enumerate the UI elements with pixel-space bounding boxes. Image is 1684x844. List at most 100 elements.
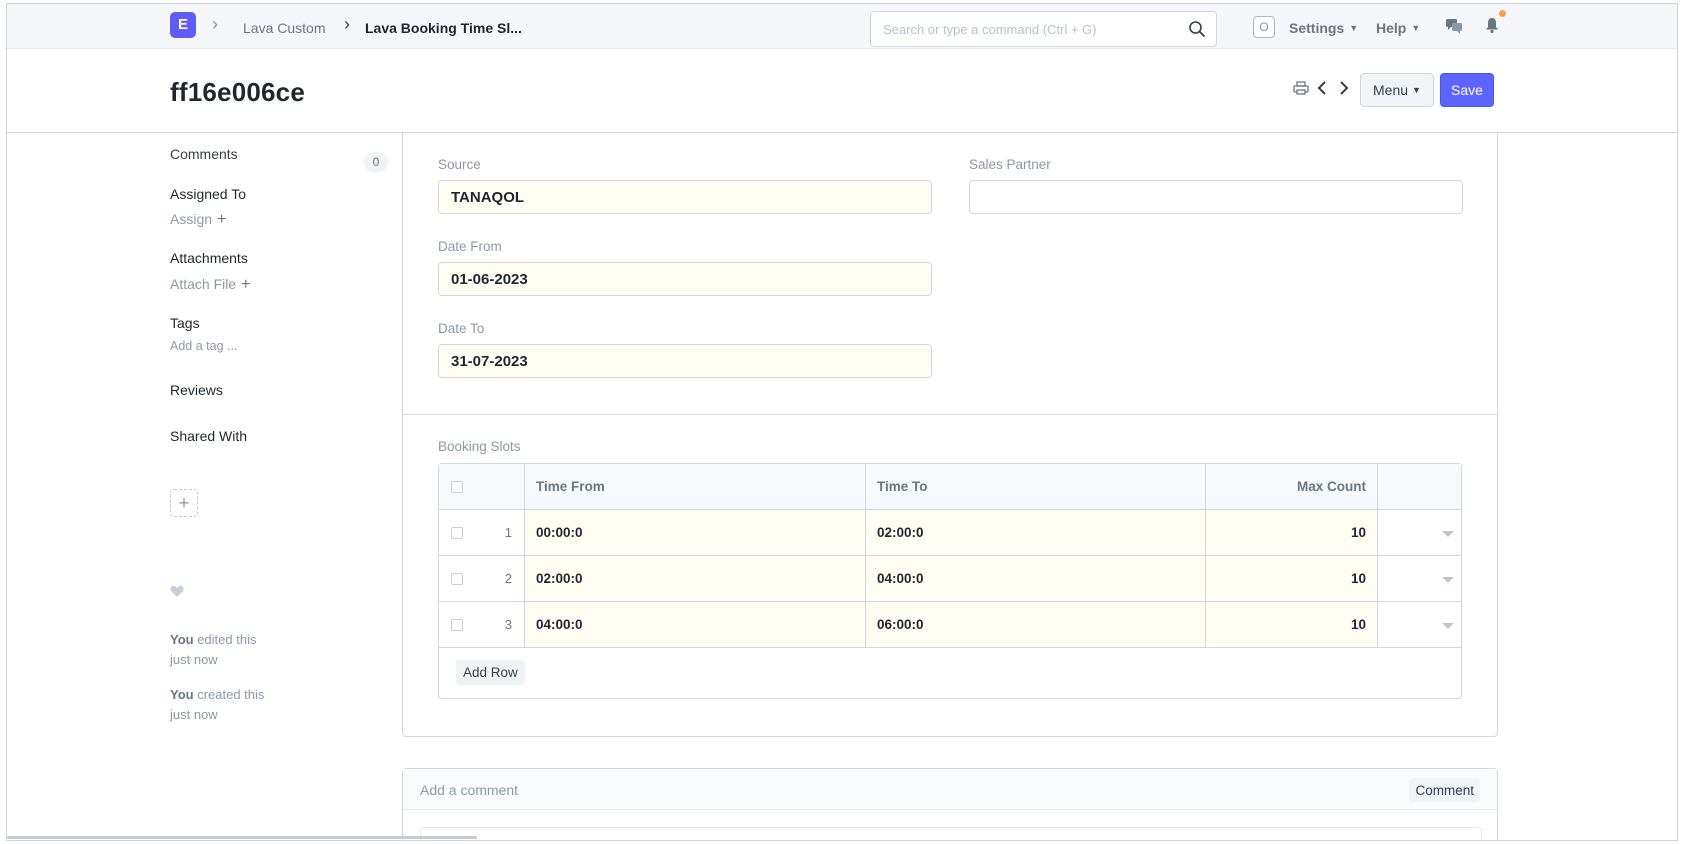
column-header-max-count[interactable]: Max Count: [1206, 464, 1378, 509]
date-from-field[interactable]: 01-06-2023: [438, 262, 932, 296]
chevron-left-icon[interactable]: [1317, 80, 1327, 96]
plus-icon: +: [178, 493, 190, 513]
search-placeholder: Search or type a command (Ctrl + G): [883, 22, 1097, 37]
time-from-cell[interactable]: 04:00:0: [525, 602, 866, 647]
table-row[interactable]: 3 04:00:0 06:00:0 10: [439, 602, 1461, 648]
row-edit-cell[interactable]: [1378, 510, 1463, 555]
row-index: 1: [504, 525, 512, 540]
chevron-right-icon[interactable]: [1339, 80, 1349, 96]
menu-label: Menu: [1373, 82, 1409, 98]
time-from-cell[interactable]: 02:00:0: [525, 556, 866, 601]
search-input[interactable]: Search or type a command (Ctrl + G): [870, 11, 1217, 47]
plus-icon: +: [217, 211, 227, 228]
help-label: Help: [1376, 20, 1407, 36]
time-to-cell[interactable]: 04:00:0: [866, 556, 1206, 601]
breadcrumb-lava-custom[interactable]: Lava Custom: [243, 20, 325, 36]
print-icon[interactable]: [1293, 81, 1309, 95]
section-divider: [403, 414, 1497, 415]
comment-box: Add a comment Comment: [402, 768, 1498, 840]
timeline-action: created this: [193, 687, 265, 702]
comments-count-badge: 0: [364, 152, 388, 172]
row-checkbox[interactable]: [451, 573, 463, 585]
comment-input[interactable]: [420, 827, 1482, 840]
attachments-label: Attachments: [170, 250, 248, 266]
settings-menu[interactable]: Settings ▼: [1289, 20, 1358, 36]
app-logo[interactable]: E: [170, 12, 196, 38]
grid-header-row: Time From Time To Max Count: [439, 464, 1461, 510]
timeline-item: You created this just now: [170, 685, 264, 725]
caret-down-icon: [1442, 577, 1454, 583]
row-edit-cell[interactable]: [1378, 556, 1463, 601]
caret-down-icon: [1442, 623, 1454, 629]
caret-down-icon: ▼: [1411, 23, 1421, 33]
shared-with-label: Shared With: [170, 428, 248, 444]
date-from-label: Date From: [438, 239, 502, 254]
page-title: ff16e006ce: [170, 77, 305, 107]
attach-file-label: Attach File: [170, 276, 237, 292]
sales-partner-label: Sales Partner: [969, 157, 1051, 172]
bell-icon[interactable]: [1485, 16, 1499, 34]
booking-slots-label: Booking Slots: [438, 439, 521, 454]
app-window: E › Lava Custom › Lava Booking Time Sl..…: [6, 3, 1678, 841]
notification-dot: [1499, 10, 1506, 17]
settings-label: Settings: [1289, 20, 1345, 36]
grid-header-action-cell: [1378, 464, 1463, 509]
row-checkbox[interactable]: [451, 527, 463, 539]
horizontal-scrollbar[interactable]: [7, 836, 477, 839]
row-check-cell: 2: [439, 556, 525, 601]
source-field[interactable]: TANAQOL: [438, 180, 932, 214]
heart-icon[interactable]: [170, 585, 184, 598]
time-from-cell[interactable]: 00:00:0: [525, 510, 866, 555]
date-to-label: Date To: [438, 321, 485, 336]
chevron-right-icon: ›: [212, 14, 218, 34]
row-edit-cell[interactable]: [1378, 602, 1463, 647]
max-count-cell[interactable]: 10: [1206, 510, 1378, 555]
page-head: ff16e006ce Menu ▼ Save: [7, 49, 1677, 133]
grid-header-check-cell: [439, 464, 525, 509]
timeline-actor: You: [170, 632, 194, 647]
assign-label: Assign: [170, 211, 213, 227]
breadcrumb-doctype[interactable]: Lava Booking Time Sl...: [365, 20, 522, 36]
row-checkbox[interactable]: [451, 619, 463, 631]
comments-link[interactable]: Comments: [170, 146, 238, 162]
timeline-item: You edited this just now: [170, 630, 256, 670]
row-check-cell: 1: [439, 510, 525, 555]
max-count-cell[interactable]: 10: [1206, 602, 1378, 647]
column-header-time-to[interactable]: Time To: [866, 464, 1206, 509]
time-to-cell[interactable]: 02:00:0: [866, 510, 1206, 555]
max-count-cell[interactable]: 10: [1206, 556, 1378, 601]
assigned-to-label: Assigned To: [170, 186, 247, 202]
comment-button[interactable]: Comment: [1409, 778, 1480, 802]
timeline-time: just now: [170, 707, 218, 722]
help-menu[interactable]: Help ▼: [1376, 20, 1420, 36]
save-button[interactable]: Save: [1440, 73, 1494, 107]
select-all-checkbox[interactable]: [451, 481, 463, 493]
chevron-right-icon: ›: [344, 14, 350, 34]
date-to-field[interactable]: 31-07-2023: [438, 344, 932, 378]
column-header-time-from[interactable]: Time From: [525, 464, 866, 509]
navbar: E › Lava Custom › Lava Booking Time Sl..…: [7, 4, 1677, 49]
caret-down-icon: ▼: [1349, 23, 1359, 33]
avatar[interactable]: O: [1253, 16, 1275, 38]
reviews-label: Reviews: [170, 382, 223, 398]
assign-link[interactable]: Assign +: [170, 211, 226, 229]
attach-file-link[interactable]: Attach File +: [170, 276, 250, 294]
caret-down-icon: [1442, 531, 1454, 537]
time-to-cell[interactable]: 06:00:0: [866, 602, 1206, 647]
sales-partner-field[interactable]: [969, 180, 1463, 214]
table-row[interactable]: 2 02:00:0 04:00:0 10: [439, 556, 1461, 602]
timeline-actor: You: [170, 687, 194, 702]
caret-down-icon: ▼: [1412, 85, 1421, 95]
add-row-button[interactable]: Add Row: [456, 660, 525, 685]
row-check-cell: 3: [439, 602, 525, 647]
grid-footer: Add Row: [439, 648, 1461, 698]
add-tag-input[interactable]: Add a tag ...: [170, 339, 237, 353]
menu-button[interactable]: Menu ▼: [1360, 73, 1434, 107]
chat-icon[interactable]: [1445, 18, 1463, 35]
table-row[interactable]: 1 00:00:0 02:00:0 10: [439, 510, 1461, 556]
share-add-button[interactable]: +: [170, 489, 198, 517]
form-card: Source TANAQOL Sales Partner Date From 0…: [402, 133, 1498, 737]
source-label: Source: [438, 157, 481, 172]
comment-header: Add a comment Comment: [403, 769, 1497, 810]
tags-label: Tags: [170, 315, 200, 331]
